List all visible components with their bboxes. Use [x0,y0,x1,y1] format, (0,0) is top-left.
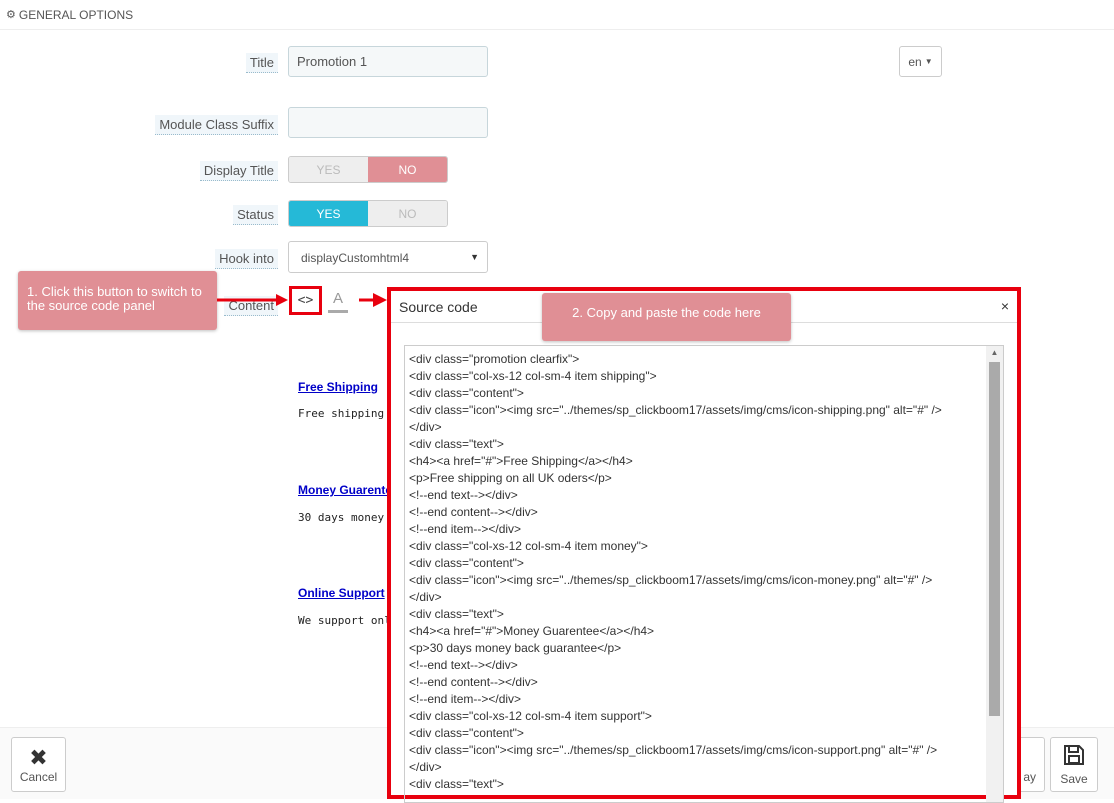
code-line: <!--end text--></div> [409,488,518,502]
callout-step-1: 1. Click this button to switch to the so… [18,271,217,330]
module-class-suffix-label: Module Class Suffix [155,115,278,135]
panel-title: GENERAL OPTIONS [18,7,134,22]
display-title-yes[interactable]: YES [289,157,368,182]
preview-link-shipping[interactable]: Free Shipping [298,380,390,394]
code-line: <div class="icon"><img src="../themes/sp… [409,573,933,587]
code-line: <p>Free shipping on all UK oders</p> [409,471,612,485]
status-no[interactable]: NO [368,201,447,226]
code-line: <div class="text"> [409,437,504,451]
code-line: <div class="content"> [409,556,524,570]
module-class-suffix-input[interactable] [288,107,488,138]
code-line: </div> [409,420,442,434]
source-code-textarea[interactable]: <div class="promotion clearfix"> <div cla… [404,345,1004,803]
code-line: <!--end content--></div> [409,505,538,519]
code-line: <div class="content"> [409,726,524,740]
gears-icon: ⚙ [6,9,16,21]
arrow-head-2 [373,293,387,307]
code-line: <div class="promotion clearfix"> [409,352,580,366]
display-title-label: Display Title [199,161,278,181]
content-label: Content [224,296,278,316]
code-line: <div class="content"> [409,386,524,400]
code-line: <div class="col-xs-12 col-sm-4 item supp… [409,709,652,723]
code-line: <div class="icon"><img src="../themes/sp… [409,403,942,417]
cancel-button[interactable]: ✖ Cancel [11,737,66,792]
scrollbar-thumb[interactable] [989,362,1000,716]
language-dropdown[interactable]: en ▼ [899,46,942,77]
code-line: </div> [409,760,442,774]
save-label: Save [1060,772,1088,786]
save-icon [1062,743,1086,772]
code-line: </div> [409,590,442,604]
preview-text-money: 30 days money back guarantee [298,511,390,524]
text-color-icon: A [332,290,343,307]
close-icon: ✖ [29,744,48,770]
code-line: <div class="icon"><img src="../themes/sp… [409,743,938,757]
code-line: <!--end item--></div> [409,522,522,536]
status-switch[interactable]: YES NO [288,200,448,227]
close-icon[interactable]: × [1001,298,1009,314]
text-color-button[interactable]: A [327,290,349,313]
caret-down-icon: ▼ [924,57,933,66]
status-yes[interactable]: YES [289,201,368,226]
code-line: <div class="col-xs-12 col-sm-4 item ship… [409,369,657,383]
panel-header: ⚙ GENERAL OPTIONS [0,0,1114,30]
hook-into-label: Hook into [215,249,278,269]
code-line: <!--end content--></div> [409,675,538,689]
cancel-label: Cancel [19,769,58,784]
display-title-no[interactable]: NO [368,157,447,182]
scroll-up-icon[interactable]: ▲ [986,346,1003,360]
code-line: <div class="text"> [409,607,504,621]
preview-text-shipping: Free shipping on all UK oders [298,407,390,420]
dialog-title: Source code [399,299,478,315]
code-line: <p>30 days money back guarantee</p> [409,641,622,655]
vertical-scrollbar[interactable]: ▲ [986,346,1003,802]
preview-text-support: We support online 24 hours a day [298,614,390,627]
preview-link-support[interactable]: Online Support [298,586,390,600]
code-line: <h4><a href="#">Free Shipping</a></h4> [409,454,633,468]
save-and-stay-label: ay [1023,769,1036,784]
status-label: Status [233,205,278,225]
select-arrow-icon: ▼ [470,252,479,262]
preview-link-money[interactable]: Money Guarentee [298,483,390,497]
code-line: <div class="text"> [409,777,504,791]
callout-step-2: 2. Copy and paste the code here [542,293,791,341]
code-line: <h4><a href="#">Money Guarentee</a></h4> [409,624,655,638]
hook-into-value: displayCustomhtml4 [301,251,410,265]
source-code-dialog: Source code × <div class="promotion clea… [387,287,1021,803]
language-value: en [908,54,922,69]
code-line: <!--end text--></div> [409,658,518,672]
save-button[interactable]: Save [1050,737,1098,792]
source-code-content: <div class="promotion clearfix"> <div cla… [409,351,985,793]
code-icon: <> [297,293,314,308]
title-input[interactable]: Promotion 1 [288,46,488,77]
hook-into-select[interactable]: displayCustomhtml4 ▼ [288,241,488,273]
code-line: <div class="col-xs-12 col-sm-4 item mone… [409,539,648,553]
display-title-switch[interactable]: YES NO [288,156,448,183]
source-code-button[interactable]: <> [289,286,322,315]
code-line: <!--end item--></div> [409,692,522,706]
title-label: Title [245,53,278,73]
